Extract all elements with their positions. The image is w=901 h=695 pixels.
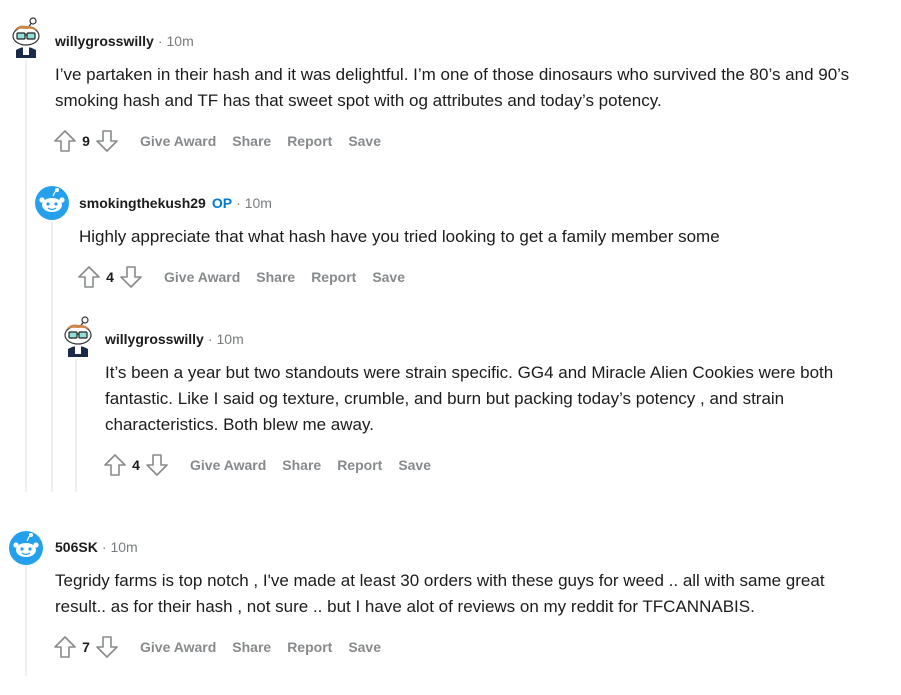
share-button[interactable]: Share <box>232 133 271 149</box>
share-button[interactable]: Share <box>282 457 321 473</box>
comment-text: I’ve partaken in their hash and it was d… <box>55 65 850 110</box>
thread-line[interactable] <box>25 60 27 492</box>
avatar[interactable] <box>8 16 44 58</box>
report-button[interactable]: Report <box>311 269 356 285</box>
downvote-arrow-icon <box>96 130 118 152</box>
comment-text: It’s been a year but two standouts were … <box>105 363 834 434</box>
give-award-button[interactable]: Give Award <box>140 133 216 149</box>
comment-actions: 4 Give Award Share Report Save <box>76 264 405 290</box>
thread-line[interactable] <box>75 358 77 492</box>
downvote-arrow-icon <box>146 454 168 476</box>
author-link[interactable]: smokingthekush29 <box>79 195 206 211</box>
save-button[interactable]: Save <box>348 639 381 655</box>
save-button[interactable]: Save <box>398 457 431 473</box>
share-button[interactable]: Share <box>232 639 271 655</box>
vote-score: 4 <box>132 457 140 473</box>
upvote-arrow-icon <box>104 454 126 476</box>
give-award-button[interactable]: Give Award <box>190 457 266 473</box>
comment-body: Highly appreciate that what hash have yo… <box>79 224 879 250</box>
snoo-default-avatar-icon <box>9 531 43 565</box>
avatar[interactable] <box>8 530 44 566</box>
comment-body: I’ve partaken in their hash and it was d… <box>55 62 875 114</box>
timestamp[interactable]: 10m <box>245 195 272 211</box>
report-button[interactable]: Report <box>287 133 332 149</box>
upvote-button[interactable] <box>52 128 78 154</box>
comment-body: Tegridy farms is top notch , I've made a… <box>55 568 875 620</box>
comment-meta: willygrosswilly · 10m <box>55 33 194 49</box>
timestamp[interactable]: 10m <box>167 33 194 49</box>
snoo-glasses-avatar-icon <box>64 316 92 357</box>
comment-body: It’s been a year but two standouts were … <box>105 360 875 438</box>
comment-meta: willygrosswilly · 10m <box>105 331 244 347</box>
upvote-button[interactable] <box>102 452 128 478</box>
share-button[interactable]: Share <box>256 269 295 285</box>
give-award-button[interactable]: Give Award <box>140 639 216 655</box>
separator: · <box>157 33 163 49</box>
avatar[interactable] <box>60 315 96 357</box>
comment-actions: 4 Give Award Share Report Save <box>102 452 431 478</box>
upvote-button[interactable] <box>76 264 102 290</box>
separator: · <box>101 539 107 555</box>
separator: · <box>236 195 241 211</box>
give-award-button[interactable]: Give Award <box>164 269 240 285</box>
comment-meta: 506SK · 10m <box>55 539 138 555</box>
timestamp[interactable]: 10m <box>110 539 137 555</box>
vote-score: 9 <box>82 133 90 149</box>
downvote-button[interactable] <box>94 128 120 154</box>
comment-text: Highly appreciate that what hash have yo… <box>79 227 720 246</box>
avatar[interactable] <box>34 185 70 221</box>
downvote-button[interactable] <box>118 264 144 290</box>
comment-actions: 9 Give Award Share Report Save <box>52 128 381 154</box>
comment-text: Tegridy farms is top notch , I've made a… <box>55 571 825 616</box>
upvote-button[interactable] <box>52 634 78 660</box>
upvote-arrow-icon <box>78 266 100 288</box>
downvote-button[interactable] <box>94 634 120 660</box>
save-button[interactable]: Save <box>372 269 405 285</box>
downvote-arrow-icon <box>96 636 118 658</box>
upvote-arrow-icon <box>54 130 76 152</box>
vote-score: 4 <box>106 269 114 285</box>
comment-actions: 7 Give Award Share Report Save <box>52 634 381 660</box>
author-link[interactable]: willygrosswilly <box>105 331 204 347</box>
timestamp[interactable]: 10m <box>217 331 244 347</box>
report-button[interactable]: Report <box>337 457 382 473</box>
upvote-arrow-icon <box>54 636 76 658</box>
op-badge: OP <box>211 195 233 211</box>
report-button[interactable]: Report <box>287 639 332 655</box>
separator: · <box>207 331 213 347</box>
downvote-button[interactable] <box>144 452 170 478</box>
author-link[interactable]: willygrosswilly <box>55 33 154 49</box>
snoo-glasses-avatar-icon <box>12 17 40 58</box>
snoo-default-avatar-icon <box>35 186 69 220</box>
thread-line[interactable] <box>25 566 27 676</box>
thread-line[interactable] <box>51 222 53 492</box>
save-button[interactable]: Save <box>348 133 381 149</box>
downvote-arrow-icon <box>120 266 142 288</box>
author-link[interactable]: 506SK <box>55 539 98 555</box>
comment-meta: smokingthekush29 OP · 10m <box>79 195 272 211</box>
vote-score: 7 <box>82 639 90 655</box>
